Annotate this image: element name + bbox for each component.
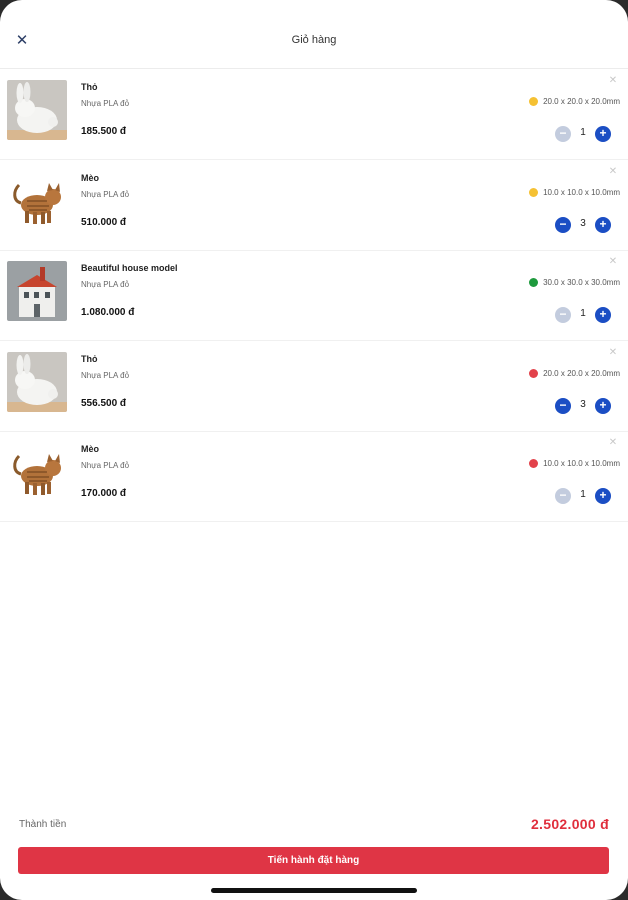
variant-info: 30.0 x 30.0 x 30.0mm (529, 278, 620, 287)
product-image[interactable] (7, 351, 67, 412)
quantity-stepper: −1 + (555, 307, 611, 323)
product-price: 556.500 đ (81, 397, 127, 409)
total-label: Thành tiền (19, 819, 67, 830)
product-name: Thỏ (81, 353, 98, 364)
decrease-quantity-button[interactable]: − (555, 216, 571, 233)
product-material: Nhựa PLA đỏ (81, 99, 130, 108)
remove-item-icon[interactable]: ✕ (607, 347, 619, 359)
product-image[interactable] (7, 170, 67, 231)
decrease-quantity-button[interactable]: − (555, 307, 571, 323)
product-price: 510.000 đ (81, 216, 127, 228)
cart-screen: ✕ Giỏ hàng Thỏ Nhựa PLA đỏ 185.500 đ ✕ 20.0 … (0, 0, 628, 900)
remove-item-icon[interactable]: ✕ (607, 166, 619, 178)
variant-info: 10.0 x 10.0 x 10.0mm (529, 187, 620, 197)
decrease-quantity-button[interactable]: − (555, 126, 571, 142)
quantity-value: 3 (580, 398, 586, 410)
product-size: 10.0 x 10.0 x 10.0mm (543, 459, 620, 468)
increase-quantity-button[interactable]: + (595, 126, 611, 142)
increase-quantity-button[interactable]: + (595, 488, 611, 504)
home-indicator (211, 888, 417, 893)
quantity-stepper: −3 + (555, 397, 611, 414)
product-image[interactable] (7, 261, 67, 321)
product-material: Nhựa PLA đỏ (81, 189, 130, 199)
quantity-value: 1 (580, 308, 586, 319)
remove-item-icon[interactable]: ✕ (607, 256, 619, 268)
increase-quantity-button[interactable]: + (595, 216, 611, 233)
product-size: 20.0 x 20.0 x 20.0mm (543, 368, 620, 378)
color-dot (529, 97, 539, 106)
cart-item: Thỏ Nhựa PLA đỏ 185.500 đ ✕ 20.0 x 20.0 x 20… (0, 69, 628, 160)
product-image[interactable] (7, 442, 67, 502)
quantity-value: 3 (580, 217, 586, 229)
variant-info: 10.0 x 10.0 x 10.0mm (529, 459, 620, 468)
product-material: Nhựa PLA đỏ (81, 280, 130, 289)
cart-item: Thỏ Nhựa PLA đỏ 556.500 đ ✕ 20.0 x 20.0 x 20… (0, 341, 628, 432)
cart-item: Mèo Nhựa PLA đỏ 170.000 đ ✕ 10.0 x 10.0 x 10… (0, 431, 628, 522)
product-size: 20.0 x 20.0 x 20.0mm (543, 97, 620, 106)
variant-info: 20.0 x 20.0 x 20.0mm (529, 97, 620, 106)
product-image[interactable] (7, 80, 67, 140)
color-dot (529, 459, 539, 468)
total-value: 2.502.000 đ (530, 816, 609, 832)
increase-quantity-button[interactable]: + (595, 307, 611, 323)
quantity-stepper: −1 + (555, 126, 611, 142)
decrease-quantity-button[interactable]: − (555, 397, 571, 414)
quantity-stepper: −1 + (555, 488, 611, 504)
checkout-button[interactable]: Tiến hành đặt hàng (18, 847, 609, 874)
product-price: 185.500 đ (81, 126, 127, 137)
variant-info: 20.0 x 20.0 x 20.0mm (529, 368, 620, 378)
quantity-value: 1 (580, 127, 586, 138)
color-dot (529, 368, 539, 378)
product-price: 170.000 đ (81, 488, 127, 499)
cart-item: Beautiful house model Nhựa PLA đỏ 1.080.00… (0, 250, 628, 341)
color-dot (529, 278, 539, 287)
product-size: 10.0 x 10.0 x 10.0mm (543, 187, 620, 197)
page-title: Giỏ hàng (291, 34, 337, 46)
product-material: Nhựa PLA đỏ (81, 461, 130, 470)
product-material: Nhựa PLA đỏ (81, 370, 130, 380)
header: ✕ Giỏ hàng (0, 0, 628, 69)
quantity-value: 1 (580, 489, 586, 500)
cart-item: Mèo Nhựa PLA đỏ 510.000 đ ✕ 10.0 x 10.0 x 10… (0, 160, 628, 251)
product-name: Beautiful house model (81, 263, 178, 273)
product-name: Mèo (81, 172, 99, 183)
increase-quantity-button[interactable]: + (595, 397, 611, 414)
product-size: 30.0 x 30.0 x 30.0mm (543, 278, 620, 287)
product-price: 1.080.000 đ (81, 307, 135, 318)
product-name: Thỏ (81, 82, 98, 92)
quantity-stepper: −3 + (555, 216, 611, 233)
remove-item-icon[interactable]: ✕ (607, 437, 619, 449)
color-dot (529, 187, 539, 197)
product-name: Mèo (81, 444, 99, 454)
decrease-quantity-button[interactable]: − (555, 488, 571, 504)
remove-item-icon[interactable]: ✕ (607, 75, 619, 87)
